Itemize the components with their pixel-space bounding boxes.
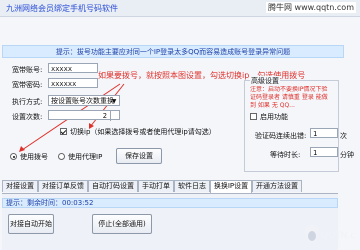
enable-feature-checkbox[interactable] (250, 113, 257, 120)
use-dialup-radio[interactable] (10, 153, 17, 160)
logo-text: QQTN.com (321, 231, 356, 241)
penguin-logo-icon: QQTN.com (305, 225, 360, 243)
enable-feature-label: 启用功能 (260, 113, 288, 121)
use-dialup-label: 使用拨号 (20, 153, 48, 161)
tab-order-feedback[interactable]: 对接订单反馈 (38, 180, 88, 192)
status-bar: 提示：剩余时间：00:03:52 (2, 198, 338, 208)
wait-label: 等待时长: (270, 151, 301, 159)
stop-button[interactable]: 停止(全部通用) (92, 214, 152, 234)
tab-auto-captcha[interactable]: 自动打码设置 (88, 180, 138, 192)
settings-tabs: 对接设置 对接订单反馈 自动打码设置 手动打单 软件日志 换换IP设置 开通方法… (2, 180, 338, 193)
app-window: 九洲网络会员绑定手机号码软件 腾牛网 www.qqtn.com 提示：拔号功能主… (0, 0, 360, 250)
wait-unit: 分钟 (340, 151, 354, 159)
wait-input[interactable]: 1 (310, 147, 338, 157)
count-value: 2 (102, 112, 107, 120)
retry-label: 验证码连续出错: (255, 132, 307, 140)
stepper-icon[interactable] (110, 111, 119, 121)
exec-select[interactable]: 按设置账号次数重换 ▼ (48, 95, 120, 106)
save-settings-button[interactable]: 保存设置 (116, 148, 162, 164)
tab-manual-order[interactable]: 手动打单 (138, 180, 174, 192)
tab-ip-settings[interactable]: 换换IP设置 (210, 180, 252, 193)
retry-unit: 次 (340, 132, 347, 140)
switch-ip-checkbox[interactable] (60, 128, 67, 135)
exec-value: 按设置账号次数重换 (51, 97, 114, 105)
qqtn-logo: QQTN.com (302, 222, 360, 246)
exec-label: 执行方式: (12, 98, 43, 106)
start-button[interactable]: 对接自动开始 (8, 214, 54, 234)
tab-software-log[interactable]: 软件日志 (174, 180, 210, 192)
advanced-settings-title: 高级设置 (250, 76, 280, 86)
chevron-down-icon: ▼ (111, 98, 117, 105)
use-proxy-label: 使用代理IP (68, 153, 103, 161)
retry-input[interactable]: 1 (310, 128, 338, 138)
use-proxy-radio[interactable] (58, 153, 65, 160)
count-label: 设置次数: (12, 113, 43, 121)
tab-connect-settings[interactable]: 对接设置 (2, 180, 38, 192)
tab-activation-method[interactable]: 开通方法设置 (252, 180, 302, 192)
switch-ip-label: 切换ip（如果选择拨号或者使用代理ip请勾选） (70, 128, 216, 136)
count-input[interactable]: 2 (48, 110, 120, 121)
captcha-warning: 注意：启动不要换IP情况下验证码登录者 请慎重 登录 能做到 如果 无 QQ..… (250, 86, 328, 109)
